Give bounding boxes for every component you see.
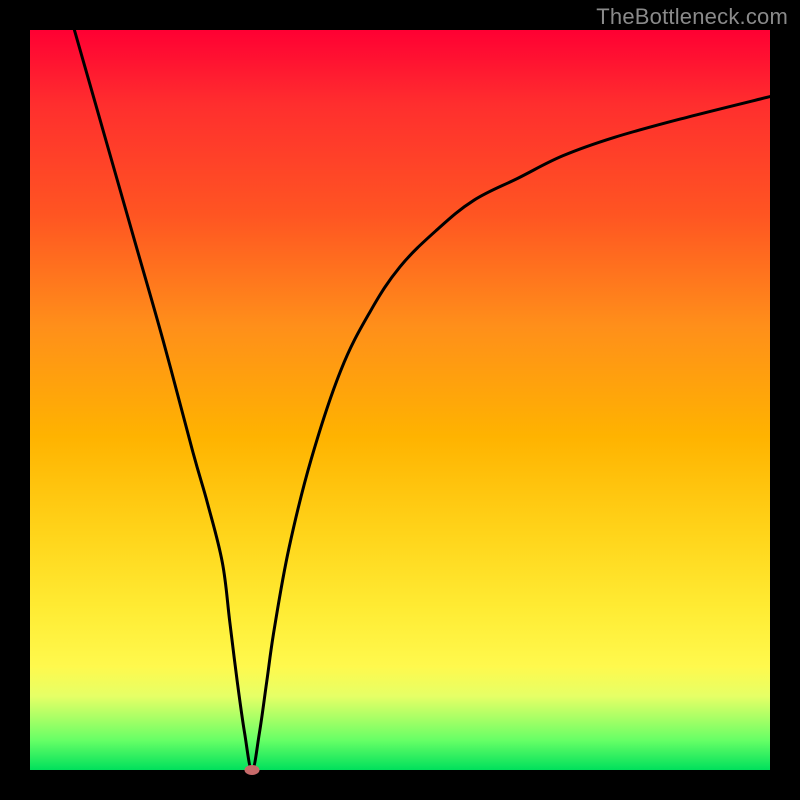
chart-frame: TheBottleneck.com xyxy=(0,0,800,800)
plot-area xyxy=(30,30,770,770)
bottleneck-curve xyxy=(30,30,770,770)
minimum-marker xyxy=(245,765,260,775)
watermark-text: TheBottleneck.com xyxy=(596,4,788,30)
